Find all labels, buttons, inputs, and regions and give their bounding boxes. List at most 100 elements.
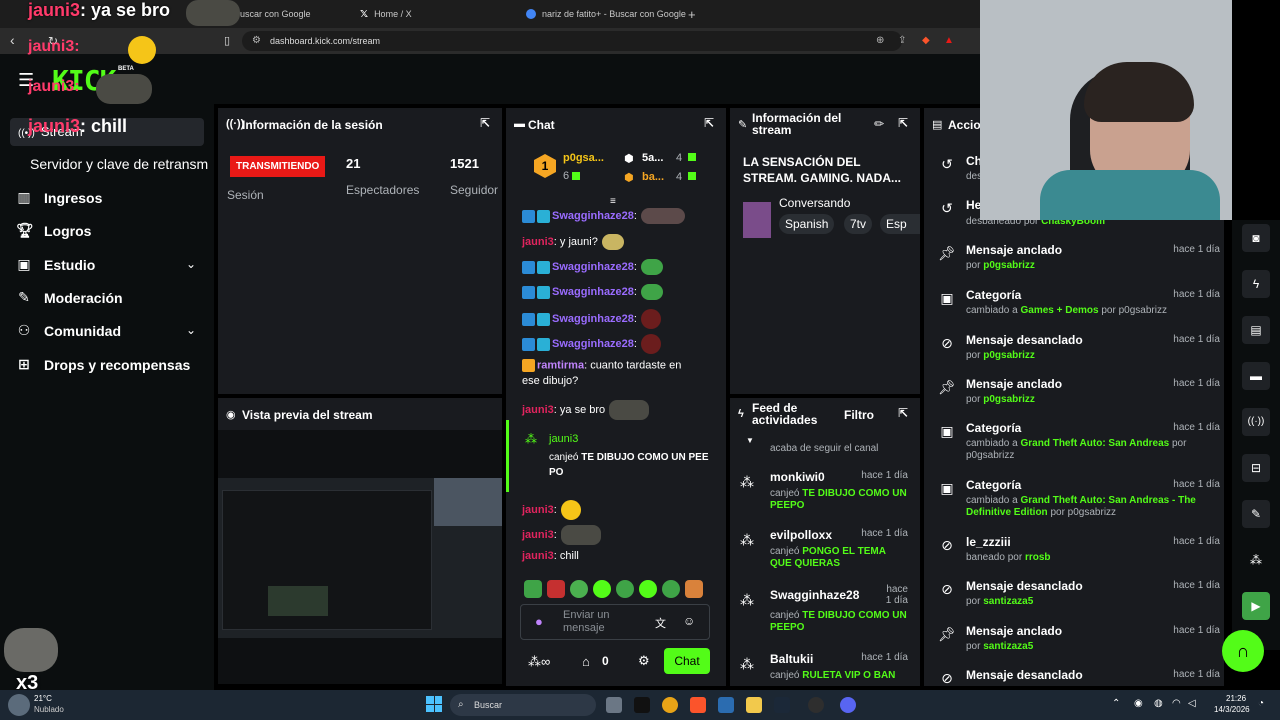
category-name[interactable]: Conversando <box>779 196 850 210</box>
taskbar-search[interactable]: ⌕ Buscar <box>450 694 596 716</box>
share-icon[interactable]: ⇪ <box>898 35 906 46</box>
top-gifter-count: 4 <box>676 152 683 164</box>
emote-button[interactable] <box>547 580 565 598</box>
chrome-icon[interactable] <box>662 697 678 713</box>
headset-icon[interactable]: ∩ <box>1222 630 1264 672</box>
emote-button[interactable] <box>639 580 657 598</box>
chat-message: jauni3: <box>522 525 601 545</box>
sidebar-item-comunidad[interactable]: ⚇ Comunidad <box>16 322 121 339</box>
popout-icon[interactable]: ⇱ <box>704 116 714 130</box>
brave-icon[interactable] <box>690 697 706 713</box>
drops-icon: ⊞ <box>18 356 30 372</box>
discord-icon[interactable] <box>840 697 856 713</box>
address-bar[interactable]: ⚙ dashboard.kick.com/stream <box>242 31 902 51</box>
rewards-icon[interactable]: ▲ <box>944 35 954 46</box>
stream-preview-video[interactable] <box>218 478 502 638</box>
tray-app-icon[interactable]: ◍ <box>1154 698 1163 709</box>
popout-icon[interactable]: ⇱ <box>480 116 490 130</box>
emote-button[interactable] <box>616 580 634 598</box>
collapse-icon[interactable]: ▼ <box>746 436 754 445</box>
store-icon[interactable] <box>718 697 734 713</box>
chat-icon[interactable]: ▬ <box>1242 362 1270 390</box>
overlay-emote <box>128 36 156 64</box>
feed-item: ⁂ Baltukii hace 1 día canjeó RULETA VIP … <box>740 652 908 681</box>
back-icon[interactable]: ‹ <box>10 32 15 48</box>
browser-tab-active[interactable]: nariz de fatito+ - Buscar con Google <box>526 4 686 24</box>
top-gifter-name[interactable]: p0gsa... <box>563 152 604 164</box>
bookmark-icon[interactable]: ▯ <box>224 34 230 47</box>
emote-button[interactable] <box>593 580 611 598</box>
sidebar-item-logros[interactable]: 🏆︎ Logros <box>16 222 91 239</box>
translate-icon[interactable]: 文 <box>655 615 666 631</box>
weather-desc: Nublado <box>34 705 64 714</box>
send-chat-button[interactable]: Chat <box>664 648 710 674</box>
wifi-icon[interactable]: ◠ <box>1172 698 1181 709</box>
top-gifter-name[interactable]: ba... <box>642 171 664 183</box>
redeem-icon: ⁂ <box>740 532 754 548</box>
windows-start-icon[interactable] <box>426 696 442 712</box>
emote-button[interactable] <box>570 580 588 598</box>
mic-icon[interactable]: ● <box>535 614 543 629</box>
layout-icon[interactable]: ⊟ <box>1242 454 1270 482</box>
unpin-icon: ⊘ <box>941 581 953 597</box>
emote-button[interactable] <box>524 580 542 598</box>
sidebar-item-ingresos[interactable]: ▥ Ingresos <box>16 189 102 206</box>
tag[interactable]: Esp <box>880 214 920 234</box>
filter-button[interactable]: Filtro <box>844 408 874 422</box>
brave-shield-icon[interactable]: ◆ <box>922 35 930 46</box>
app-icon[interactable] <box>634 697 650 713</box>
tag[interactable]: 7tv <box>844 214 873 234</box>
popout-icon[interactable]: ⇱ <box>898 116 908 130</box>
steam-icon[interactable] <box>774 697 790 713</box>
browser-tab[interactable]: 𝕏 Home / X <box>360 4 412 24</box>
task-view-icon[interactable] <box>606 697 622 713</box>
tray-app-icon[interactable]: ◉ <box>1134 698 1143 709</box>
sidebar-item-moderacion[interactable]: ✎ Moderación <box>16 289 122 306</box>
popout-icon[interactable]: ⇱ <box>898 406 908 420</box>
chat-input[interactable]: ● Enviar un mensaje 文 ☺ <box>520 604 710 640</box>
document-icon[interactable]: ▤ <box>1242 316 1270 344</box>
zoom-icon[interactable]: ⊕ <box>876 35 884 46</box>
edit-icon[interactable]: ✏ <box>874 117 884 131</box>
weather-temp: 21°C <box>34 694 52 703</box>
unpin-icon: ⊘ <box>941 335 953 351</box>
community-icon[interactable]: ⁂ <box>1242 546 1270 574</box>
emote-button[interactable] <box>685 580 703 598</box>
community-icon: ⚇ <box>17 322 31 338</box>
settings-icon[interactable]: ⚙ <box>638 653 650 669</box>
panel-header: ◉ Vista previa del stream <box>218 398 502 430</box>
bar-chart-icon: ▥ <box>17 189 31 205</box>
action-item: ⊘ le_zzziii hace 1 día baneado por rrosb <box>938 535 1220 565</box>
broadcast-icon[interactable]: ((·)) <box>1242 408 1270 436</box>
category-icon: ▣ <box>940 290 954 306</box>
stream-preview-panel: ◉ Vista previa del stream <box>218 398 502 684</box>
notification-icon[interactable]: ◔ <box>1258 698 1264 709</box>
expand-gifters-icon[interactable]: ≡ <box>610 196 616 207</box>
tag[interactable]: Spanish <box>779 214 835 234</box>
chat-message-continued: ese dibujo? <box>522 375 579 387</box>
tray-chevron-icon[interactable]: ⌃ <box>1112 698 1120 709</box>
emoji-icon[interactable]: ☺ <box>683 614 695 628</box>
lightning-icon[interactable]: ϟ <box>1242 270 1270 298</box>
wrench-icon[interactable]: ✎ <box>1242 500 1270 528</box>
chevron-down-icon[interactable]: ⌄ <box>186 257 196 271</box>
feed-desc: acaba de seguir el canal <box>770 443 879 454</box>
store-icon[interactable]: ⌂ <box>582 654 590 669</box>
folder-icon[interactable] <box>746 697 762 713</box>
sidebar-item-server-key[interactable]: Servidor y clave de retransm <box>30 156 208 172</box>
top-gifter-name[interactable]: 5a... <box>642 152 663 164</box>
studio-icon: ▣ <box>17 256 31 272</box>
sidebar-item-drops[interactable]: ⊞ Drops y recompensas <box>16 356 190 373</box>
obs-icon[interactable] <box>808 697 824 713</box>
camera-icon[interactable]: ◙ <box>1242 224 1270 252</box>
chevron-down-icon[interactable]: ⌄ <box>186 323 196 337</box>
session-info-panel: ((·)) Información de la sesión ⇱ TRANSMI… <box>218 108 502 394</box>
moderator-badge-icon <box>522 312 535 326</box>
community-icon[interactable]: ⁂∞ <box>528 654 550 670</box>
clock-date: 14/3/2026 <box>1214 705 1250 714</box>
volume-icon[interactable]: ◁ <box>1188 698 1196 709</box>
clips-icon[interactable]: ▶ <box>1242 592 1270 620</box>
sidebar-item-estudio[interactable]: ▣ Estudio <box>16 256 206 273</box>
new-tab-button[interactable]: + <box>688 4 696 24</box>
emote-button[interactable] <box>662 580 680 598</box>
